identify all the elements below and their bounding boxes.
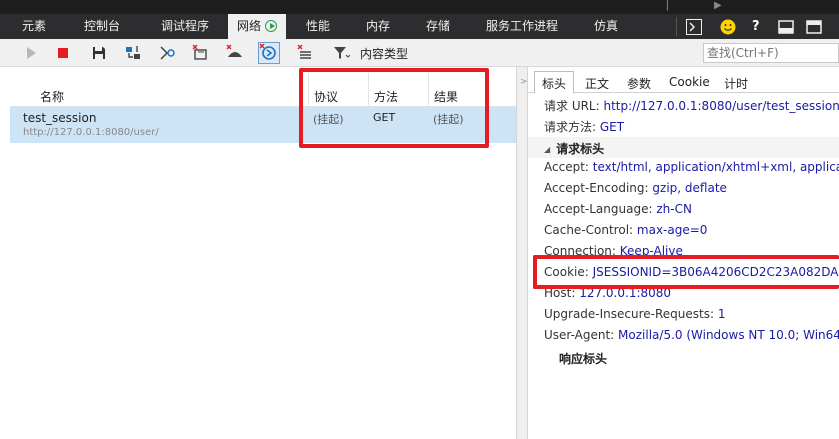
always-refresh-icon[interactable] [258, 42, 280, 64]
tab-service-workers[interactable]: 服务工作进程 [486, 14, 558, 39]
panel-splitter[interactable]: > [516, 67, 528, 439]
header-line: Cache-Control: max-age=0 [544, 223, 708, 237]
import-har-icon[interactable] [124, 44, 142, 62]
response-headers-section[interactable]: 响应标头 [559, 350, 607, 367]
header-line: Accept-Encoding: gzip, deflate [544, 181, 727, 195]
cache-settings-icon[interactable] [158, 44, 176, 62]
header-line: User-Agent: Mozilla/5.0 (Windows NT 10.0… [544, 328, 839, 342]
detail-tab-timing[interactable]: 计时 [724, 75, 748, 92]
request-detail-panel: 标头 正文 参数 Cookie 计时 请求 URL: http://127.0.… [528, 67, 839, 439]
header-line: Accept-Language: zh-CN [544, 202, 692, 216]
tab-debugger[interactable]: 调试程序 [161, 14, 209, 39]
request-url: http://127.0.0.1:8080/user/ [23, 127, 159, 138]
request-headers-section[interactable]: ◢ 请求标头 [544, 140, 604, 157]
clear-cache-icon[interactable] [226, 44, 244, 62]
detail-tab-body[interactable]: 正文 [585, 75, 609, 92]
pin-icon[interactable] [806, 14, 822, 39]
request-url-value: http://127.0.0.1:8080/user/test_session [603, 99, 839, 113]
detail-tab-params[interactable]: 参数 [627, 75, 651, 92]
dock-bottom-icon[interactable] [778, 14, 794, 39]
tab-elements[interactable]: 元素 [22, 14, 46, 39]
clear-session-icon[interactable] [192, 44, 210, 62]
request-name: test_session [23, 111, 97, 125]
help-icon[interactable]: ? [752, 14, 760, 39]
stop-icon[interactable] [54, 44, 72, 62]
save-icon[interactable] [90, 44, 108, 62]
col-header-name[interactable]: 名称 [40, 88, 64, 105]
tab-storage[interactable]: 存储 [426, 14, 450, 39]
tab-emulation[interactable]: 仿真 [594, 14, 618, 39]
collapse-arrow-icon[interactable]: > [520, 77, 528, 87]
devtools-tab-bar: 元素 控制台 调试程序 网络 性能 内存 存储 服务工作进程 仿真 [0, 14, 839, 39]
expand-triangle-icon: ◢ [544, 145, 551, 154]
tab-performance[interactable]: 性能 [306, 14, 330, 39]
highlight-box-columns [299, 68, 489, 148]
detail-tab-bar: 标头 正文 参数 Cookie 计时 [528, 67, 839, 94]
header-line: Accept: text/html, application/xhtml+xml… [544, 160, 839, 174]
top-system-bar: ▕ ▶ [0, 0, 839, 14]
start-profiling-icon[interactable] [22, 44, 40, 62]
tab-network[interactable]: 网络 [228, 14, 286, 39]
clear-entries-icon[interactable] [296, 44, 314, 62]
tabbar-separator [676, 17, 677, 36]
tab-console[interactable]: 控制台 [84, 14, 120, 39]
request-method-line: 请求方法: GET [544, 120, 625, 134]
request-url-line: 请求 URL: http://127.0.0.1:8080/user/test_… [544, 99, 839, 113]
forward-arrow-icon: ▶ [714, 0, 722, 11]
filter-funnel-icon[interactable] [332, 44, 350, 62]
highlight-box-cookie [533, 255, 839, 289]
find-input[interactable] [703, 43, 839, 63]
content-type-filter[interactable]: 内容类型 [360, 45, 408, 62]
smiley-feedback-icon[interactable] [720, 14, 736, 39]
detail-tab-cookie[interactable]: Cookie [669, 75, 710, 89]
tab-memory[interactable]: 内存 [366, 14, 390, 39]
console-toggle-icon[interactable] [686, 14, 702, 39]
window-frame-icon: ▕ [660, 0, 668, 11]
header-line: Upgrade-Insecure-Requests: 1 [544, 307, 726, 321]
record-play-icon [265, 20, 278, 32]
detail-tab-headers[interactable]: 标头 [534, 71, 575, 94]
